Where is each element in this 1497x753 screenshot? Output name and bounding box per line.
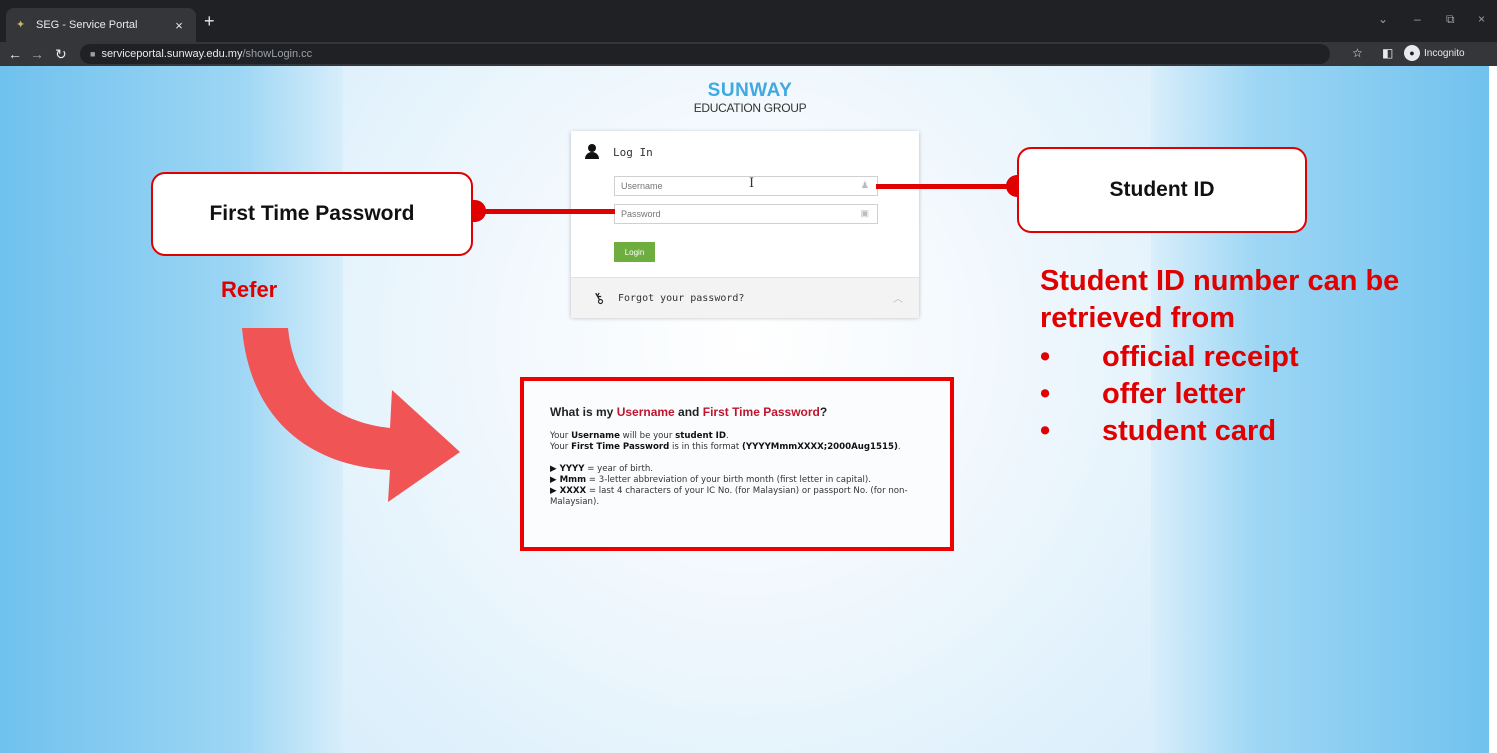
browser-tab-bar: ✦ SEG - Service Portal × + ⌄ – ⧉ ×: [0, 0, 1497, 42]
tab-title: SEG - Service Portal: [36, 19, 138, 31]
student-id-callout: Student ID: [1017, 147, 1307, 233]
source-item: • offer letter: [1040, 378, 1246, 410]
username-field[interactable]: ♟: [614, 176, 878, 196]
first-time-password-callout: First Time Password: [151, 172, 473, 256]
username-input[interactable]: [615, 177, 841, 195]
incognito-icon: ●: [1404, 45, 1420, 61]
info-password-line: Your First Time Password is in this form…: [550, 442, 901, 452]
info-xxxx-line: ▶ XXXX = last 4 characters of your IC No…: [550, 486, 908, 507]
key-icon: ⚷: [589, 287, 608, 309]
info-yyyy-line: ▶ YYYY = year of birth.: [550, 464, 654, 474]
forgot-password-link[interactable]: ⚷ Forgot your password? ︿: [571, 277, 919, 318]
tab-search-icon[interactable]: ⌄: [1378, 12, 1388, 26]
user-icon: [585, 144, 599, 160]
refer-label: Refer: [221, 277, 278, 302]
logo-subtitle: EDUCATION GROUP: [693, 101, 807, 115]
restore-button[interactable]: ⧉: [1446, 12, 1455, 27]
info-username-line: Your Username will be your student ID.: [550, 431, 729, 441]
login-header: Log In: [585, 144, 653, 160]
address-bar[interactable]: ■ serviceportal.sunway.edu.my/showLogin.…: [80, 44, 1330, 64]
url-path: /showLogin.cc: [242, 48, 313, 60]
info-title: What is my Username and First Time Passw…: [550, 405, 828, 419]
bookmark-star-icon[interactable]: ☆: [1352, 46, 1363, 60]
student-id-sources: • official receipt • offer letter • student…: [1036, 339, 1299, 450]
reload-icon[interactable]: ↻: [55, 46, 67, 62]
login-button[interactable]: Login: [614, 242, 655, 262]
login-panel: Log In ♟ ▣ Login ⚷ Forgot your password?…: [571, 131, 919, 318]
close-window-button[interactable]: ×: [1478, 12, 1485, 26]
curved-arrow-icon: [242, 328, 460, 502]
left-connector-line: [480, 209, 615, 214]
first-time-password-info-box: What is my Username and First Time Passw…: [520, 377, 954, 551]
user-small-icon: ♟: [860, 180, 869, 190]
padlock-icon: ▣: [860, 208, 869, 218]
text-cursor-icon: I: [749, 176, 755, 191]
source-item: • official receipt: [1040, 341, 1299, 373]
login-heading: Log In: [613, 145, 653, 159]
password-field[interactable]: ▣: [614, 204, 878, 224]
sunway-logo: SUNWAY: [707, 80, 793, 101]
forward-arrow-icon[interactable]: →: [30, 46, 44, 62]
password-input[interactable]: [615, 205, 841, 223]
student-id-note: Student ID number can be retrieved from: [1040, 265, 1400, 334]
source-item: • student card: [1040, 415, 1277, 447]
incognito-indicator[interactable]: ● Incognito: [1404, 45, 1465, 61]
browser-tab[interactable]: ✦ SEG - Service Portal ×: [6, 8, 196, 42]
right-connector-line: [876, 184, 1016, 189]
right-edge: [1489, 66, 1497, 753]
browser-toolbar: ← → ↻ ■ serviceportal.sunway.edu.my/show…: [0, 42, 1497, 66]
incognito-label: Incognito: [1424, 47, 1465, 59]
minimize-button[interactable]: –: [1414, 12, 1421, 26]
side-panel-icon[interactable]: ◧: [1382, 46, 1393, 60]
forgot-password-label: Forgot your password?: [618, 292, 745, 304]
lock-icon: ■: [90, 49, 96, 59]
info-mmm-line: ▶ Mmm = 3-letter abbreviation of your bi…: [550, 475, 871, 485]
back-arrow-icon[interactable]: ←: [8, 46, 22, 62]
new-tab-button[interactable]: +: [204, 12, 215, 30]
chevron-up-icon[interactable]: ︿: [893, 290, 903, 305]
sunway-favicon-icon: ✦: [16, 19, 26, 31]
url-host: serviceportal.sunway.edu.my: [101, 48, 243, 60]
tab-close-icon[interactable]: ×: [172, 18, 186, 33]
info-text: Your Username will be your student ID. Y…: [550, 431, 940, 508]
